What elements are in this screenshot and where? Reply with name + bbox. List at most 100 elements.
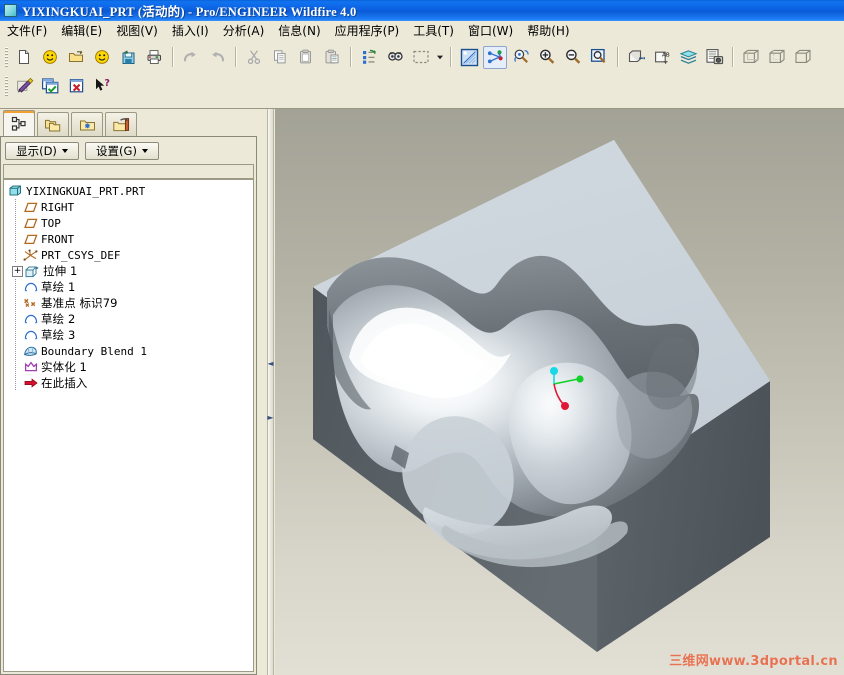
- tree-item[interactable]: YIXINGKUAI_PRT.PRT: [4, 183, 253, 199]
- find-icon[interactable]: [383, 46, 407, 69]
- insert-here-icon: [23, 376, 38, 390]
- splitter-bar[interactable]: [267, 109, 274, 675]
- menu-view[interactable]: 视图(V): [109, 22, 165, 41]
- paste-special-icon[interactable]: [320, 46, 344, 69]
- datum-planes-icon[interactable]: [624, 46, 648, 69]
- copy-icon[interactable]: [268, 46, 292, 69]
- tab-model-tree[interactable]: [3, 110, 35, 136]
- menu-applications[interactable]: 应用程序(P): [328, 22, 407, 41]
- tree-item[interactable]: PRT_CSYS_DEF: [4, 247, 253, 263]
- print-icon[interactable]: [142, 46, 166, 69]
- tree-item[interactable]: 草绘 3: [4, 327, 253, 343]
- panel-splitter[interactable]: ◄ ►: [266, 109, 275, 675]
- menu-insert[interactable]: 插入(I): [165, 22, 216, 41]
- sketch-icon: [23, 280, 38, 294]
- svg-text:?: ?: [104, 78, 110, 89]
- toolbar-separator: [172, 47, 173, 67]
- tree-connector: [12, 215, 23, 231]
- select-box-dropdown-icon[interactable]: [434, 46, 445, 68]
- cut-icon[interactable]: [242, 46, 266, 69]
- tree-item[interactable]: RIGHT: [4, 199, 253, 215]
- tree-connector: [12, 359, 23, 375]
- menu-file[interactable]: 文件(F): [0, 22, 54, 41]
- folder-browser-icon: [44, 119, 60, 131]
- tree-item[interactable]: + 拉伸 1: [4, 263, 253, 279]
- datum-point-icon: [23, 296, 38, 310]
- open-folder-icon[interactable]: [64, 46, 88, 69]
- menu-window[interactable]: 窗口(W): [461, 22, 520, 41]
- tree-item-label: 草绘 3: [41, 328, 76, 342]
- model-tree[interactable]: YIXINGKUAI_PRT.PRT RIGHT TOP FRONT PRT_CSYS_…: [3, 179, 254, 672]
- regenerate-icon[interactable]: [357, 46, 381, 69]
- tree-connector: [12, 311, 23, 327]
- tree-expander-icon[interactable]: +: [12, 265, 23, 277]
- tree-item[interactable]: 基准点 标识79: [4, 295, 253, 311]
- refit-icon[interactable]: [587, 46, 611, 69]
- toolbar-grip[interactable]: [5, 76, 8, 96]
- spin-center-icon[interactable]: [483, 45, 507, 69]
- saved-views-icon[interactable]: [702, 46, 726, 69]
- reorient-icon[interactable]: [509, 46, 533, 69]
- tree-connector: [12, 279, 23, 295]
- tab-folder-browser[interactable]: [37, 112, 69, 136]
- tree-item-label: 实体化 1: [41, 360, 87, 374]
- tree-item[interactable]: 实体化 1: [4, 359, 253, 375]
- menu-info[interactable]: 信息(N): [271, 22, 327, 41]
- tree-column-header[interactable]: [3, 164, 254, 179]
- redo-icon[interactable]: [205, 46, 229, 69]
- repaint-icon[interactable]: [457, 46, 481, 69]
- open-recent-icon[interactable]: [38, 46, 62, 69]
- cancel-icon[interactable]: [64, 75, 88, 98]
- menu-edit[interactable]: 编辑(E): [54, 22, 109, 41]
- toolbar-grip[interactable]: [5, 47, 8, 67]
- tree-item-label: 在此插入: [41, 376, 88, 390]
- hidden-line-icon[interactable]: [765, 46, 789, 69]
- paste-icon[interactable]: [294, 46, 318, 69]
- new-file-icon[interactable]: [12, 46, 36, 69]
- toolbar-row-1: AB: [0, 42, 844, 72]
- tree-item-label: RIGHT: [41, 200, 75, 214]
- wireframe-icon[interactable]: [739, 46, 763, 69]
- tree-item[interactable]: TOP: [4, 215, 253, 231]
- tab-favorites[interactable]: [71, 112, 103, 136]
- edit-definition-icon[interactable]: [12, 75, 36, 98]
- tree-item[interactable]: Boundary Blend 1: [4, 343, 253, 359]
- collapse-right-arrow[interactable]: ►: [267, 409, 274, 425]
- show-button-label: 显示(D): [16, 143, 57, 158]
- tree-item-label: PRT_CSYS_DEF: [41, 248, 121, 262]
- tree-item[interactable]: 草绘 2: [4, 311, 253, 327]
- context-help-icon[interactable]: ?: [90, 75, 114, 98]
- toolbar-separator: [450, 47, 451, 67]
- save-icon[interactable]: [116, 46, 140, 69]
- tree-item[interactable]: FRONT: [4, 231, 253, 247]
- undo-icon[interactable]: [179, 46, 203, 69]
- graphics-viewport[interactable]: 三维网www.3dportal.cn: [275, 109, 844, 675]
- tree-connector: [12, 199, 23, 215]
- panel-body: 显示(D) 设置(G) YIXINGKUAI_PRT.PRT RIGHT TOP FR…: [0, 136, 257, 675]
- menu-help[interactable]: 帮助(H): [520, 22, 576, 41]
- tree-item[interactable]: 在此插入: [4, 375, 253, 391]
- datum-tags-icon[interactable]: AB: [650, 46, 674, 69]
- menu-analysis[interactable]: 分析(A): [216, 22, 272, 41]
- select-box-icon[interactable]: [409, 46, 433, 69]
- zoom-out-icon[interactable]: [561, 46, 585, 69]
- show-button[interactable]: 显示(D): [5, 141, 79, 160]
- chevron-down-icon: [141, 148, 148, 153]
- accept-icon[interactable]: [38, 75, 62, 98]
- settings-button[interactable]: 设置(G): [85, 141, 159, 160]
- datum-plane-icon: [23, 232, 38, 246]
- tree-item[interactable]: 草绘 1: [4, 279, 253, 295]
- tab-connections[interactable]: [105, 112, 137, 136]
- menu-tools[interactable]: 工具(T): [406, 22, 461, 41]
- collapse-left-arrow[interactable]: ◄: [267, 355, 274, 371]
- shading-icon[interactable]: [791, 46, 815, 69]
- toolbar-separator: [350, 47, 351, 67]
- zoom-in-icon[interactable]: [535, 46, 559, 69]
- layers-icon[interactable]: [676, 46, 700, 69]
- model-tree-panel: 显示(D) 设置(G) YIXINGKUAI_PRT.PRT RIGHT TOP FR…: [0, 109, 266, 675]
- solidify-icon: [23, 360, 38, 374]
- tree-item-label: FRONT: [41, 232, 75, 246]
- sketch-icon: [23, 328, 38, 342]
- chevron-down-icon: [61, 148, 68, 153]
- set-working-dir-icon[interactable]: [90, 46, 114, 69]
